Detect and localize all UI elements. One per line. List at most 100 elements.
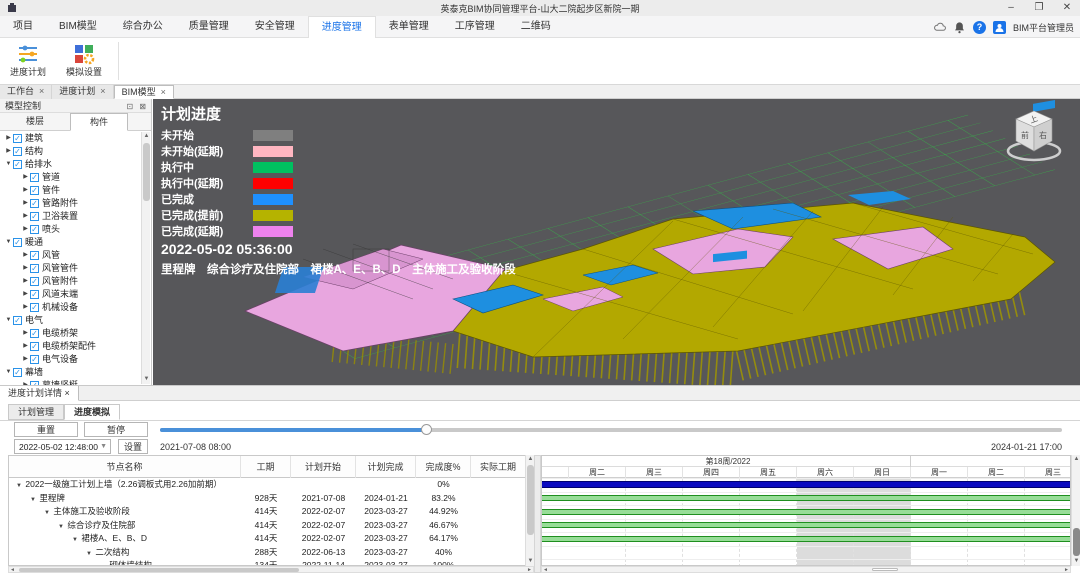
menu-item-项目[interactable]: 项目 (0, 16, 46, 38)
tree-checkbox[interactable]: ✓ (30, 342, 39, 351)
tree-item-暖通[interactable]: ▼✓暖通 (0, 236, 143, 249)
tree-expand-icon[interactable]: ▼ (4, 158, 13, 171)
scroll-up-arrow[interactable]: ▲ (142, 132, 151, 141)
tab-close-icon[interactable]: × (100, 86, 105, 96)
tab-close-icon[interactable]: × (65, 388, 70, 398)
doc-tab-进度计划[interactable]: 进度计划× (52, 85, 113, 99)
tree-expand-icon[interactable]: ▶ (21, 288, 30, 301)
menu-item-质量管理[interactable]: 质量管理 (176, 16, 242, 38)
tree-item-风管附件[interactable]: ▶✓风管附件 (0, 275, 143, 288)
menu-item-进度管理[interactable]: 进度管理 (308, 16, 376, 38)
table-row[interactable]: ▼ 主体施工及验收阶段414天2022-02-072023-03-2744.92… (9, 505, 525, 519)
avatar[interactable] (993, 21, 1006, 34)
tree-expand-icon[interactable]: ▶ (21, 184, 30, 197)
row-expand-icon[interactable]: ▼ (85, 548, 93, 560)
tree-checkbox[interactable]: ✓ (30, 186, 39, 195)
scroll-down-arrow[interactable]: ▼ (142, 375, 151, 384)
gantt-hscrollbar[interactable]: ◄ ► (541, 566, 1071, 573)
scroll-left-arrow[interactable]: ◄ (10, 567, 15, 573)
tree-expand-icon[interactable]: ▶ (21, 262, 30, 275)
tree-expand-icon[interactable]: ▶ (4, 132, 13, 145)
tree-checkbox[interactable]: ✓ (30, 290, 39, 299)
tree-item-管件[interactable]: ▶✓管件 (0, 184, 143, 197)
maximize-button[interactable]: ❐ (1026, 0, 1052, 15)
table-row[interactable]: ▼ 裙楼A、E、B、D414天2022-02-072023-03-2764.17… (9, 532, 525, 546)
subtab-进度模拟[interactable]: 进度模拟 (64, 404, 120, 420)
view-cube[interactable]: 上 前 右 (1000, 107, 1068, 165)
menu-item-二维码[interactable]: 二维码 (508, 16, 564, 38)
panel-window-buttons[interactable]: ⊡ ⊠ (126, 100, 148, 114)
column-header-完成度%[interactable]: 完成度% (416, 456, 471, 478)
gantt-bar-row-2[interactable] (542, 509, 1071, 515)
tree-checkbox[interactable]: ✓ (30, 329, 39, 338)
tree-item-机械设备[interactable]: ▶✓机械设备 (0, 301, 143, 314)
tree-expand-icon[interactable]: ▶ (21, 210, 30, 223)
column-header-计划完成[interactable]: 计划完成 (356, 456, 416, 478)
tree-checkbox[interactable]: ✓ (30, 251, 39, 260)
tree-checkbox[interactable]: ✓ (30, 277, 39, 286)
tree-expand-icon[interactable]: ▶ (21, 249, 30, 262)
tree-expand-icon[interactable]: ▶ (21, 197, 30, 210)
gantt-vscrollbar[interactable]: ▲ ▼ (1071, 455, 1080, 566)
menu-item-安全管理[interactable]: 安全管理 (242, 16, 308, 38)
scroll-right-arrow[interactable]: ► (1064, 567, 1069, 573)
tree-item-电气[interactable]: ▼✓电气 (0, 314, 143, 327)
simulation-settings-button[interactable]: 模拟设置 (58, 39, 110, 83)
tree-item-风管管件[interactable]: ▶✓风管管件 (0, 262, 143, 275)
settings-button[interactable]: 设置 (118, 439, 148, 454)
column-header-工期[interactable]: 工期 (241, 456, 291, 478)
table-row[interactable]: ▼ 综合诊疗及住院部414天2022-02-072023-03-2746.67% (9, 519, 525, 533)
tree-expand-icon[interactable]: ▶ (4, 145, 13, 158)
tree-expand-icon[interactable]: ▶ (21, 275, 30, 288)
panel-tab-楼层[interactable]: 楼层 (6, 113, 64, 131)
tree-checkbox[interactable]: ✓ (13, 147, 22, 156)
tree-expand-icon[interactable]: ▼ (4, 366, 13, 379)
tree-item-管路附件[interactable]: ▶✓管路附件 (0, 197, 143, 210)
tab-close-icon[interactable]: × (161, 87, 166, 97)
column-header-节点名称[interactable]: 节点名称 (9, 456, 241, 478)
tree-checkbox[interactable]: ✓ (30, 212, 39, 221)
tree-item-结构[interactable]: ▶✓结构 (0, 145, 143, 158)
row-expand-icon[interactable]: ▼ (57, 521, 65, 533)
gantt-bar-row-3[interactable] (542, 522, 1071, 528)
menu-item-综合办公[interactable]: 综合办公 (110, 16, 176, 38)
table-hscrollbar[interactable]: ◄ ► (8, 566, 534, 573)
scroll-down-arrow[interactable]: ▼ (1072, 557, 1080, 566)
column-header-计划开始[interactable]: 计划开始 (291, 456, 356, 478)
doc-tab-工作台[interactable]: 工作台× (0, 85, 52, 99)
tree-checkbox[interactable]: ✓ (30, 355, 39, 364)
tree-expand-icon[interactable]: ▶ (21, 223, 30, 236)
tree-checkbox[interactable]: ✓ (13, 368, 22, 377)
tree-checkbox[interactable]: ✓ (30, 225, 39, 234)
reset-button[interactable]: 重置 (14, 422, 78, 437)
help-icon[interactable]: ? (973, 21, 986, 34)
tree-checkbox[interactable]: ✓ (13, 134, 22, 143)
scroll-left-arrow[interactable]: ◄ (543, 567, 548, 573)
tree-expand-icon[interactable]: ▶ (21, 340, 30, 353)
panel-tab-构件[interactable]: 构件 (70, 113, 128, 131)
slider-thumb[interactable] (421, 424, 432, 435)
tree-item-幕墙[interactable]: ▼✓幕墙 (0, 366, 143, 379)
viewport-3d[interactable]: 计划进度 未开始未开始(延期)执行中执行中(延期)已完成已完成(提前)已完成(延… (153, 99, 1080, 385)
panel-splitter[interactable] (534, 455, 541, 573)
table-row[interactable]: ▼ 二次结构288天2022-06-132023-03-2740% (9, 546, 525, 560)
tree-checkbox[interactable]: ✓ (13, 238, 22, 247)
menu-item-BIM模型[interactable]: BIM模型 (46, 16, 110, 38)
tab-close-icon[interactable]: × (39, 86, 44, 96)
close-button[interactable]: ✕ (1054, 0, 1080, 15)
subtab-计划管理[interactable]: 计划管理 (8, 404, 64, 420)
gantt-bar-row-0[interactable] (542, 481, 1071, 488)
tree-expand-icon[interactable]: ▼ (4, 236, 13, 249)
gantt-bar-row-4[interactable] (542, 536, 1071, 542)
tree-checkbox[interactable]: ✓ (30, 173, 39, 182)
pause-button[interactable]: 暂停 (84, 422, 148, 437)
tree-item-管道[interactable]: ▶✓管道 (0, 171, 143, 184)
menu-item-工序管理[interactable]: 工序管理 (442, 16, 508, 38)
datetime-select[interactable]: 2022-05-02 12:48:00 ▼ (14, 439, 111, 454)
menu-item-表单管理[interactable]: 表单管理 (376, 16, 442, 38)
tree-item-给排水[interactable]: ▼✓给排水 (0, 158, 143, 171)
row-expand-icon[interactable]: ▼ (43, 507, 51, 519)
bell-icon[interactable] (953, 21, 966, 34)
table-row[interactable]: ▼ 里程牌928天2021-07-082024-01-2183.2% (9, 492, 525, 506)
tab-schedule-detail[interactable]: 进度计划详情 × (0, 386, 79, 401)
